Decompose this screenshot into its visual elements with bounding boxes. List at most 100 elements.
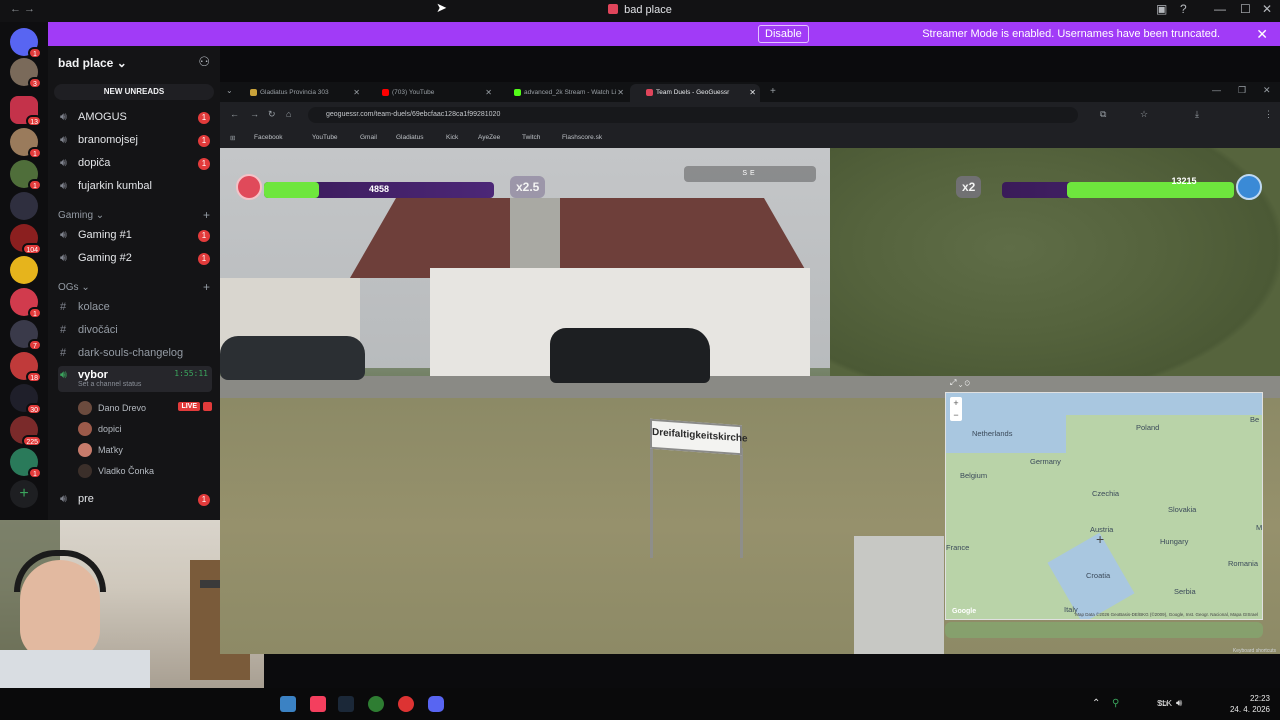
channel-pre[interactable]: 🔊︎ pre 1 xyxy=(58,490,212,510)
zoom-controls[interactable]: + − xyxy=(950,397,962,421)
badge: 7 xyxy=(28,339,42,351)
server-icon[interactable]: 3 xyxy=(10,58,42,89)
channel-gaming-1[interactable]: 🔊︎ Gaming #1 1 xyxy=(58,226,212,246)
add-channel-icon[interactable]: + xyxy=(203,280,210,294)
close-tab-icon[interactable]: ✕ xyxy=(749,88,756,97)
new-tab-icon[interactable]: + xyxy=(770,86,776,97)
file-explorer-icon[interactable] xyxy=(280,696,296,712)
geoguessr-street-view[interactable]: Dreifaltigkeitskirche 4858 x2.5 SE x2 13… xyxy=(220,148,1280,654)
forward-icon[interactable]: → xyxy=(250,109,259,119)
url-input[interactable]: geoguessr.com/team-duels/69ebcfaac128ca1… xyxy=(308,107,1078,123)
category-gaming[interactable]: Gaming ⌄ + xyxy=(58,208,212,224)
bookmark-link[interactable]: Twitch xyxy=(522,134,540,141)
minimize-button[interactable]: — xyxy=(1214,2,1226,16)
channel-divocaci[interactable]: # divočáci xyxy=(58,321,212,341)
voice-user-name: dopici xyxy=(98,424,122,434)
channel-status[interactable]: Set a channel status xyxy=(78,381,141,388)
keyboard-shortcuts-link[interactable]: Keyboard shortcuts xyxy=(1233,648,1276,654)
map-attribution: Map Data ©2026 GeoBasis-DE/BKG (©2009), … xyxy=(1075,612,1258,617)
add-channel-icon[interactable]: + xyxy=(203,208,210,222)
bookmark-star-icon[interactable]: ☆ xyxy=(1140,109,1148,120)
disable-streamer-mode-button[interactable]: Disable xyxy=(758,25,809,43)
channel-kolace[interactable]: # kolace xyxy=(58,298,212,318)
channel-dopica[interactable]: 🔊︎ dopiča 1 xyxy=(58,154,212,174)
minimize-button[interactable]: — xyxy=(1212,85,1221,95)
close-window-button[interactable]: ✕ xyxy=(1262,2,1272,16)
guess-map[interactable]: + − Netherlands Germany Poland Belgium Cz… xyxy=(945,392,1263,620)
chevron-up-icon[interactable]: ⌃ xyxy=(1092,698,1100,709)
network-icon[interactable]: ▭ xyxy=(1158,698,1167,709)
tab-search-icon[interactable]: ⌄ xyxy=(226,86,233,95)
maximize-button[interactable]: ☐ xyxy=(1240,2,1251,16)
browser-tab-active[interactable]: Team Duels - GeoGuessr ✕ xyxy=(630,84,760,102)
server-icon[interactable]: 1 xyxy=(10,160,42,191)
guess-button[interactable] xyxy=(945,622,1263,638)
close-tab-icon[interactable]: ✕ xyxy=(353,88,360,97)
music-app-icon[interactable] xyxy=(310,696,326,712)
browser-tab[interactable]: (703) YouTube ✕ xyxy=(366,84,496,102)
close-banner-icon[interactable]: ✕ xyxy=(1256,26,1268,43)
server-icon[interactable]: 18 xyxy=(10,352,42,383)
apps-icon[interactable]: ⊞ xyxy=(230,134,235,142)
close-tab-icon[interactable]: ✕ xyxy=(617,88,624,97)
server-icon[interactable]: 1 xyxy=(10,128,42,159)
microphone-icon[interactable]: ⚲ xyxy=(1112,698,1119,709)
channel-amogus[interactable]: 🔊︎ AMOGUS 1 xyxy=(58,108,212,128)
invite-people-icon[interactable]: ⚇ xyxy=(198,54,210,70)
streamer-mode-banner: Streamer Mode is enabled. Usernames have… xyxy=(48,22,1280,46)
browser-tab[interactable]: Gladiatus Provincia 303 ✕ xyxy=(234,84,364,102)
chrome-icon[interactable] xyxy=(368,696,384,712)
new-unreads-pill[interactable]: NEW UNREADS xyxy=(54,84,214,100)
server-icon[interactable] xyxy=(10,192,38,220)
server-icon[interactable]: 30 xyxy=(10,384,42,415)
voice-user[interactable]: Vladko Čonka xyxy=(78,461,212,481)
server-icon[interactable]: 13 xyxy=(10,96,42,127)
steam-icon[interactable] xyxy=(338,696,354,712)
close-window-button[interactable]: ✕ xyxy=(1263,85,1271,96)
server-icon[interactable]: 7 xyxy=(10,320,42,351)
back-icon[interactable]: ← xyxy=(230,109,239,119)
clock-date[interactable]: 24. 4. 2026 xyxy=(1210,705,1270,714)
channel-label: vybor xyxy=(78,369,108,381)
channel-dark-souls-changelog[interactable]: # dark-souls-changelog xyxy=(58,344,212,364)
bookmark-link[interactable]: Kick xyxy=(446,134,458,141)
bookmark-link[interactable]: Facebook xyxy=(254,134,283,141)
clock-time[interactable]: 22:23 xyxy=(1210,694,1270,703)
help-icon[interactable]: ? xyxy=(1180,2,1187,16)
server-icon[interactable]: 1 xyxy=(10,288,42,319)
inbox-icon[interactable]: ▣ xyxy=(1156,2,1167,16)
server-icon[interactable]: 225 xyxy=(10,416,42,447)
restore-button[interactable]: ❐ xyxy=(1238,85,1246,96)
category-ogs[interactable]: OGs ⌄ + xyxy=(58,280,212,296)
voice-user[interactable]: Maťky xyxy=(78,440,212,460)
add-server-icon[interactable]: + xyxy=(10,480,38,508)
bookmark-link[interactable]: Flashscore.sk xyxy=(562,134,602,141)
voice-user[interactable]: dopici xyxy=(78,419,212,439)
reload-icon[interactable]: ↻ xyxy=(268,109,276,120)
server-header[interactable]: bad place ⌄ ⚇ xyxy=(48,46,220,80)
extensions-icon[interactable]: ⧉ xyxy=(1100,109,1106,120)
discord-home-icon[interactable]: 1 xyxy=(10,28,42,59)
channel-branomojsej[interactable]: 🔊︎ branomojsej 1 xyxy=(58,131,212,151)
server-icon[interactable]: 1 xyxy=(10,448,42,479)
bookmark-link[interactable]: AyeZee xyxy=(478,134,500,141)
bookmark-link[interactable]: YouTube xyxy=(312,134,338,141)
home-icon[interactable]: ⌂ xyxy=(286,109,291,119)
close-tab-icon[interactable]: ✕ xyxy=(485,88,492,97)
channel-fujarkin-kumbal[interactable]: 🔊︎ fujarkin kumbal xyxy=(58,177,212,197)
server-icon[interactable] xyxy=(10,256,38,284)
channel-gaming-2[interactable]: 🔊︎ Gaming #2 1 xyxy=(58,249,212,269)
volume-icon[interactable]: 🔊︎ xyxy=(1176,698,1182,709)
app-icon[interactable] xyxy=(398,696,414,712)
voice-user[interactable]: Dano Drevo LIVE xyxy=(78,398,212,418)
map-label: Czechia xyxy=(1092,489,1120,498)
bookmark-link[interactable]: Gmail xyxy=(360,134,377,141)
bookmark-link[interactable]: Gladiatus xyxy=(396,134,423,141)
map-size-controls[interactable]: ⤢ ⌄ ⊙ xyxy=(950,378,970,388)
channel-vybor[interactable]: 🔊︎ vybor Set a channel status 1:55:11 xyxy=(58,366,212,392)
menu-icon[interactable]: ⋮ xyxy=(1264,109,1273,120)
server-icon[interactable]: 104 xyxy=(10,224,42,255)
browser-tab[interactable]: advanced_2k Stream - Watch Li ✕ xyxy=(498,84,628,102)
download-icon[interactable]: ⤓ xyxy=(1195,109,1199,120)
discord-icon[interactable] xyxy=(428,696,444,712)
